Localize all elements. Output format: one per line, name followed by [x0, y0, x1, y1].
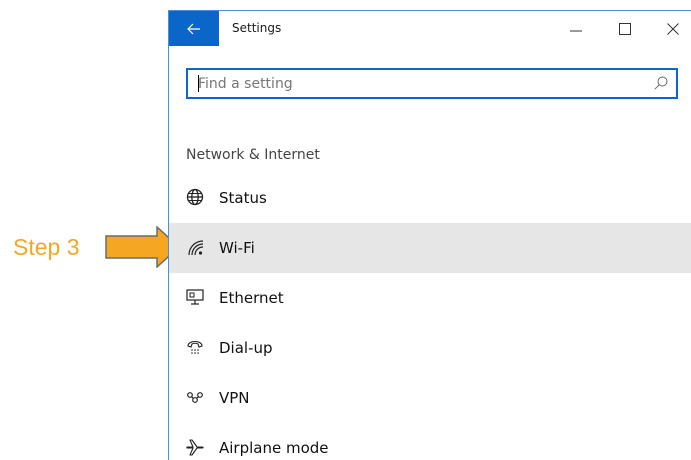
nav-item-label: VPN: [219, 389, 250, 407]
globe-icon: [186, 188, 204, 206]
search-input[interactable]: [198, 70, 648, 97]
maximize-icon: [619, 22, 631, 35]
nav-item-vpn[interactable]: VPN: [169, 373, 691, 423]
maximize-button[interactable]: [602, 11, 648, 46]
search-box[interactable]: [186, 68, 678, 99]
close-icon: [667, 22, 679, 35]
page: Step 3 Settings Find a setting Network &…: [0, 0, 691, 460]
nav-item-wifi[interactable]: Wi-Fi: [169, 223, 691, 273]
nav-item-label: Wi-Fi: [219, 239, 255, 257]
settings-window: Settings Find a setting Network & Intern…: [168, 10, 691, 460]
text-caret: [198, 75, 199, 92]
nav-item-label: Status: [219, 189, 267, 207]
nav-item-label: Airplane mode: [219, 439, 329, 457]
wifi-icon: [188, 240, 204, 256]
nav-item-dialup[interactable]: Dial-up: [169, 323, 691, 373]
airplane-icon: [186, 439, 204, 456]
vpn-icon: [187, 392, 203, 403]
title-bar: Settings: [169, 11, 691, 46]
nav-item-airplane-mode[interactable]: Airplane mode: [169, 423, 691, 460]
close-button[interactable]: [650, 11, 691, 46]
back-arrow-icon: [187, 23, 200, 34]
window-title: Settings: [232, 21, 282, 35]
ethernet-icon: [186, 289, 204, 305]
nav-item-ethernet[interactable]: Ethernet: [169, 273, 691, 323]
nav-item-status[interactable]: Status: [169, 173, 691, 223]
nav-item-label: Dial-up: [219, 339, 273, 357]
minimize-button[interactable]: [553, 11, 599, 46]
search-icon[interactable]: [654, 76, 668, 90]
nav-item-label: Ethernet: [219, 289, 284, 307]
back-button[interactable]: [169, 11, 219, 46]
step-label: Step 3: [13, 234, 80, 260]
section-heading: Network & Internet: [186, 147, 320, 163]
dialup-icon: [187, 340, 203, 354]
minimize-icon: [570, 30, 582, 31]
